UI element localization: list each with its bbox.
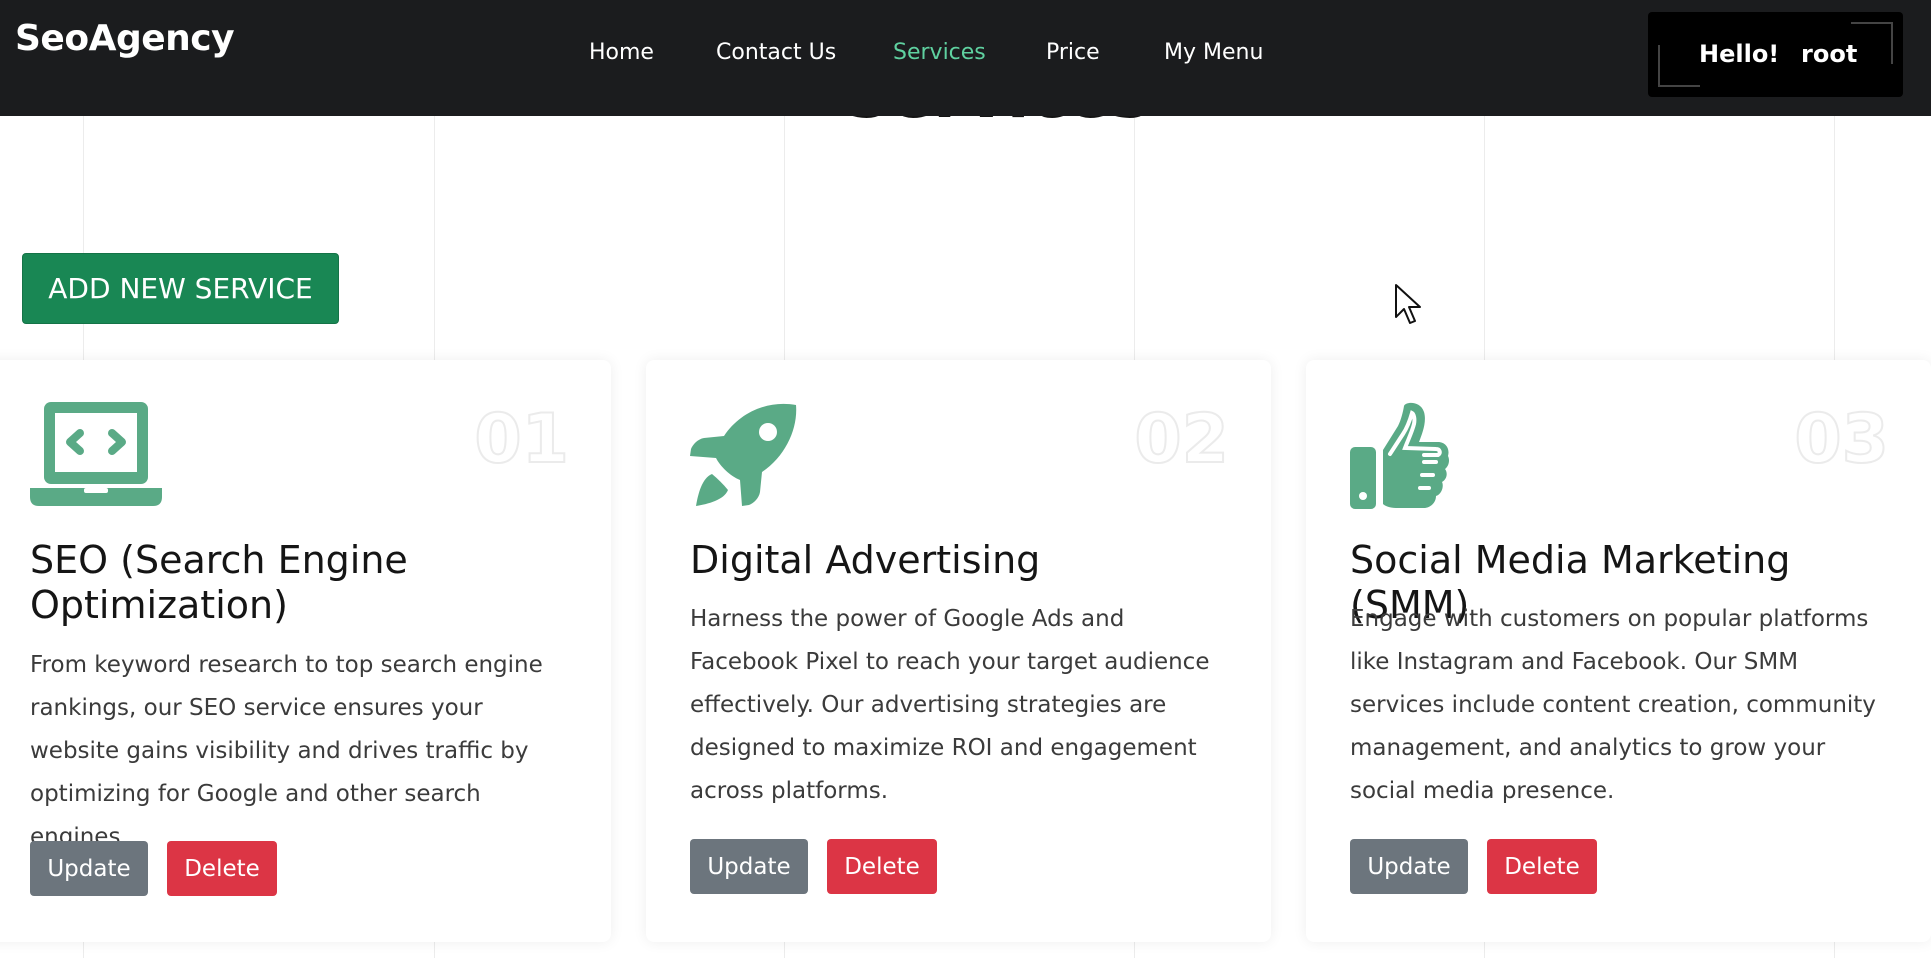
card-number: 01 <box>473 399 570 480</box>
delete-button[interactable]: Delete <box>827 839 937 894</box>
card-number: 03 <box>1793 399 1890 480</box>
user-name: root <box>1801 40 1858 68</box>
delete-button[interactable]: Delete <box>167 841 277 896</box>
service-card: 03 Social Media Marketing (SMM) Engage w… <box>1306 360 1931 942</box>
nav-link-price[interactable]: Price <box>1046 40 1100 65</box>
laptop-code-icon <box>30 402 162 511</box>
card-title: Digital Advertising <box>690 538 1041 582</box>
nav-link-my-menu[interactable]: My Menu <box>1164 40 1263 65</box>
card-number: 02 <box>1133 399 1230 480</box>
nav-link-services[interactable]: Services <box>893 40 986 65</box>
rocket-icon <box>690 402 800 516</box>
nav-link-contact-us[interactable]: Contact Us <box>716 40 836 65</box>
user-greeting: Hello! <box>1699 40 1780 68</box>
nav-link-home[interactable]: Home <box>589 40 654 65</box>
update-button[interactable]: Update <box>30 841 148 896</box>
card-title: SEO (Search Engine Optimization) <box>30 538 408 627</box>
update-button[interactable]: Update <box>690 839 808 894</box>
navbar: SeoAgency Home Contact Us Services Price… <box>0 0 1931 116</box>
add-new-service-button[interactable]: ADD NEW SERVICE <box>22 253 339 324</box>
card-description: From keyword research to top search engi… <box>30 652 543 850</box>
service-card: 02 Digital Advertising Harness the power… <box>646 360 1271 942</box>
mouse-cursor-icon <box>1394 283 1422 329</box>
decorative-corner <box>1658 45 1700 87</box>
decorative-corner <box>1851 22 1893 64</box>
service-card: 01 SEO (Search Engine Optimization) From… <box>0 360 611 942</box>
user-greeting-box[interactable]: Hello! root <box>1648 12 1903 97</box>
card-description: Harness the power of Google Ads and Face… <box>690 606 1210 804</box>
update-button[interactable]: Update <box>1350 839 1468 894</box>
delete-button[interactable]: Delete <box>1487 839 1597 894</box>
thumbs-up-icon <box>1350 402 1450 516</box>
brand-logo[interactable]: SeoAgency <box>15 18 235 59</box>
card-description: Engage with customers on popular platfor… <box>1350 606 1876 804</box>
